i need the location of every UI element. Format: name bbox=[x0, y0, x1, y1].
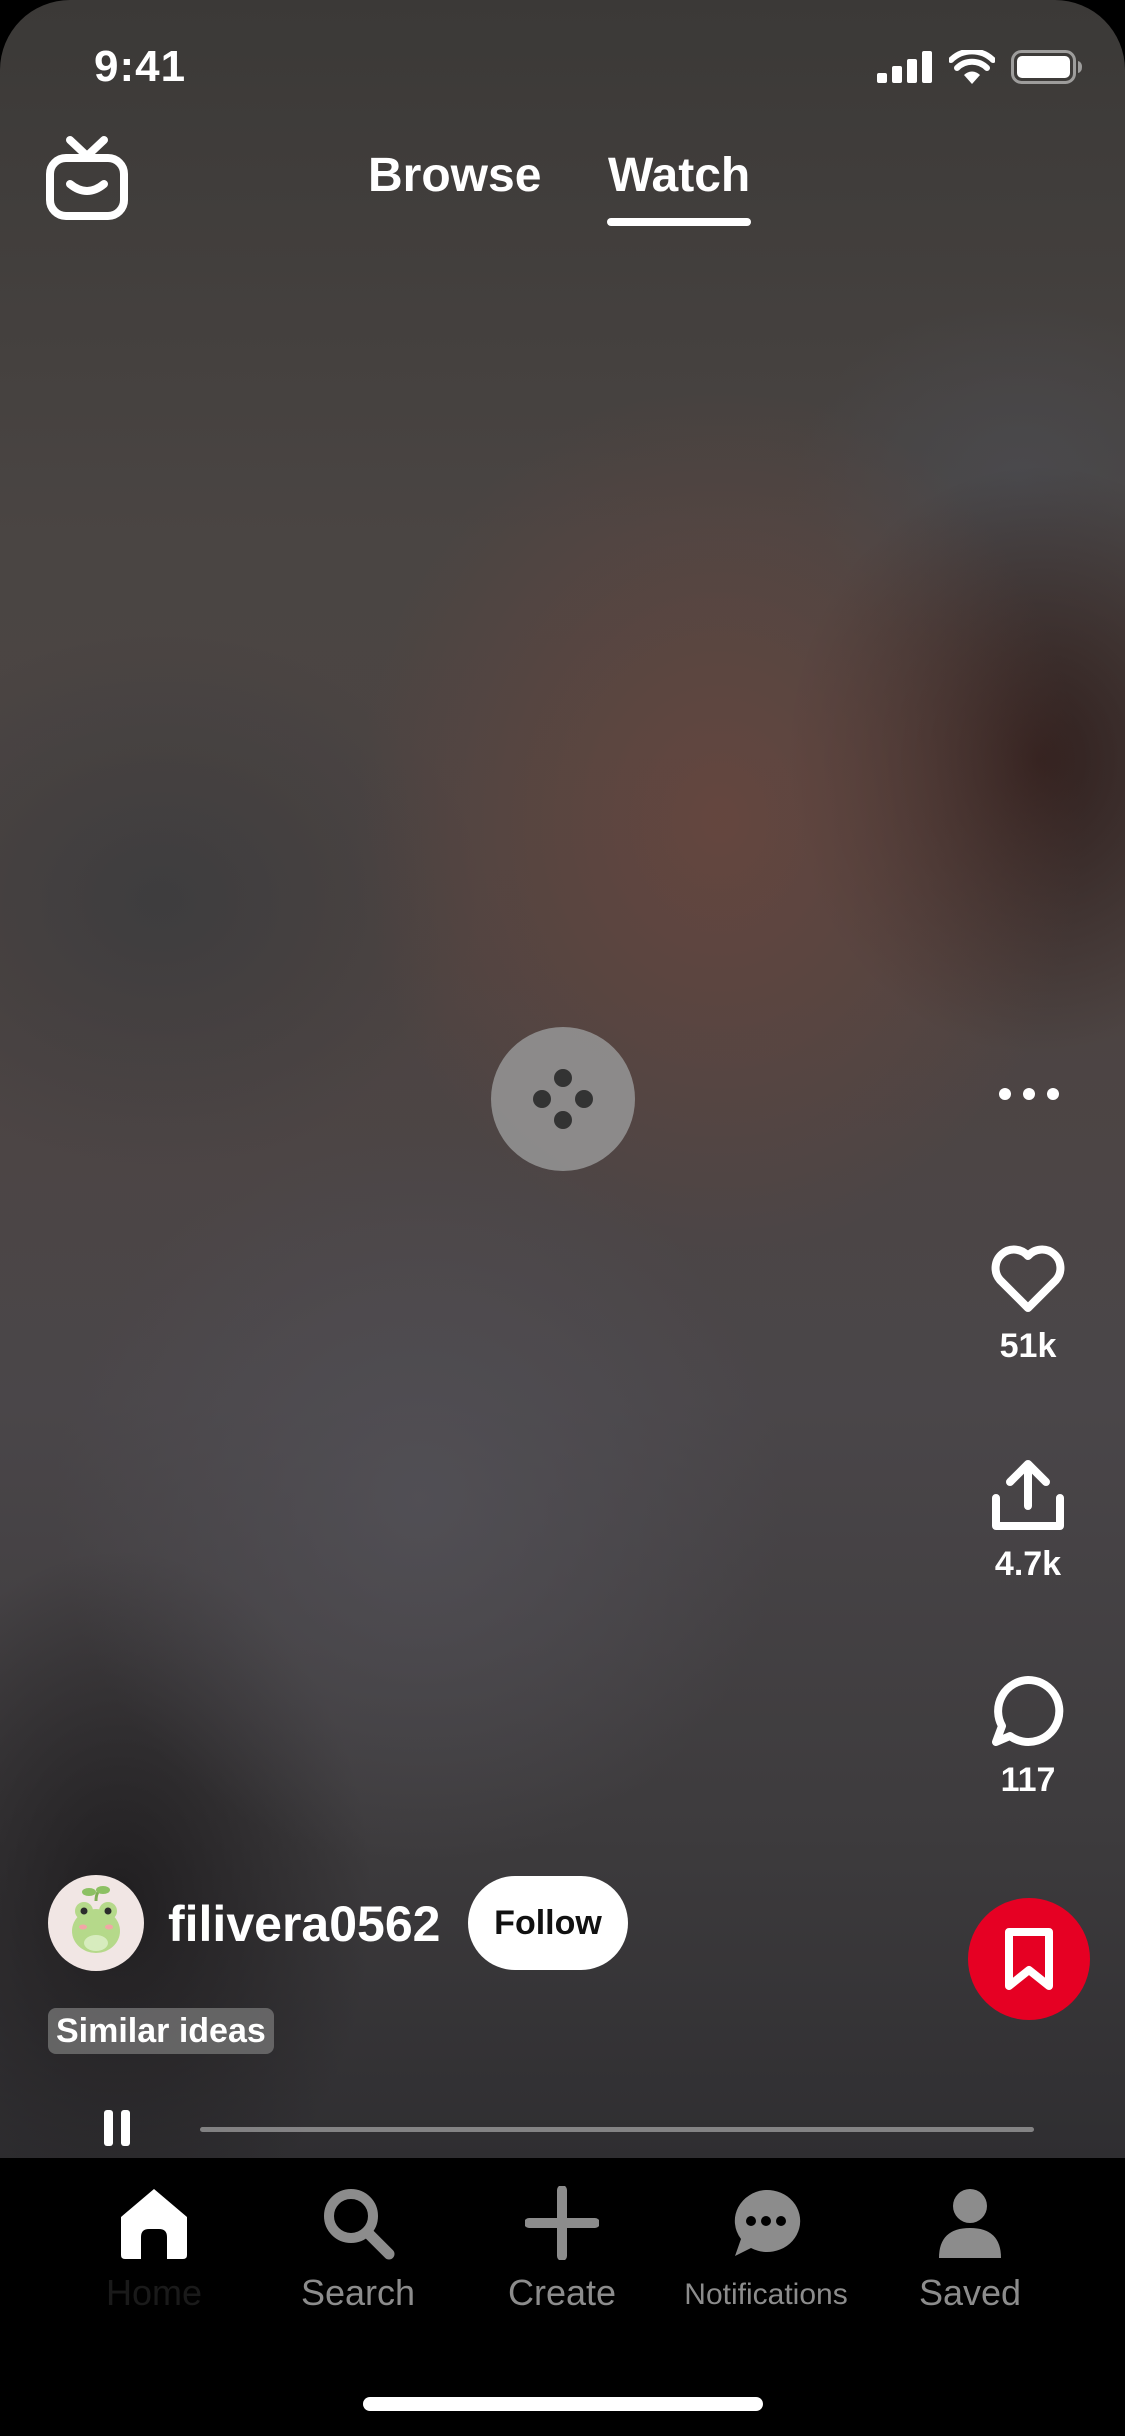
more-options-icon[interactable] bbox=[994, 1076, 1064, 1112]
share-button[interactable]: 4.7k bbox=[970, 1460, 1086, 1584]
nav-home-label: Home bbox=[105, 2272, 203, 2313]
nav-saved-label: Saved bbox=[918, 2272, 1022, 2313]
home-icon bbox=[121, 2189, 187, 2259]
status-icons bbox=[877, 50, 1083, 84]
comments-count: 117 bbox=[1000, 1761, 1056, 1799]
like-button[interactable]: 51k bbox=[970, 1244, 1086, 1366]
nav-search[interactable]: Search bbox=[258, 2180, 458, 2314]
tab-watch[interactable]: Watch bbox=[608, 148, 750, 203]
nav-notifications[interactable]: Notifications bbox=[666, 2180, 866, 2312]
home-indicator bbox=[363, 2397, 763, 2411]
cellular-signal-icon bbox=[877, 51, 932, 83]
phone-screen: 9:41 Browse Watch 51k 4.7k 117 filivera0… bbox=[0, 0, 1125, 2436]
share-icon bbox=[992, 1460, 1064, 1530]
nav-saved[interactable]: Saved bbox=[870, 2180, 1070, 2314]
share-count: 4.7k bbox=[994, 1545, 1062, 1583]
frog-avatar-icon bbox=[72, 1886, 120, 1953]
avatar[interactable] bbox=[48, 1875, 144, 1971]
status-time: 9:41 bbox=[94, 42, 187, 91]
nav-create-label: Create bbox=[507, 2272, 617, 2313]
similar-ideas-tag[interactable]: Similar ideas bbox=[48, 2008, 274, 2054]
plus-icon bbox=[525, 2186, 599, 2260]
tab-browse[interactable]: Browse bbox=[368, 148, 541, 203]
search-icon bbox=[324, 2189, 395, 2260]
comment-icon bbox=[992, 1675, 1064, 1746]
nav-create[interactable]: Create bbox=[462, 2180, 662, 2314]
loading-indicator[interactable] bbox=[491, 1027, 635, 1171]
person-icon bbox=[939, 2189, 1001, 2258]
chat-bubble-icon bbox=[734, 2189, 801, 2256]
heart-icon bbox=[991, 1245, 1065, 1312]
wifi-icon bbox=[949, 50, 995, 84]
active-tab-indicator bbox=[607, 218, 751, 226]
like-count: 51k bbox=[999, 1327, 1057, 1365]
progress-bar[interactable] bbox=[200, 2127, 1034, 2132]
save-button[interactable] bbox=[968, 1898, 1090, 2020]
battery-icon bbox=[1011, 50, 1082, 84]
nav-notifications-label: Notifications bbox=[684, 2278, 848, 2311]
creator-username[interactable]: filivera0562 bbox=[168, 1895, 440, 1953]
dots-icon bbox=[533, 1069, 593, 1129]
nav-home[interactable]: Home bbox=[54, 2180, 254, 2314]
pause-icon[interactable] bbox=[104, 2110, 134, 2146]
follow-button[interactable]: Follow bbox=[468, 1876, 628, 1970]
header-tabs: Browse Watch bbox=[0, 148, 1125, 228]
comments-button[interactable]: 117 bbox=[970, 1674, 1086, 1800]
bookmark-icon bbox=[1005, 1928, 1053, 1990]
bottom-nav: Home Search Create Notifications Saved bbox=[0, 2158, 1125, 2436]
nav-search-label: Search bbox=[300, 2272, 416, 2313]
